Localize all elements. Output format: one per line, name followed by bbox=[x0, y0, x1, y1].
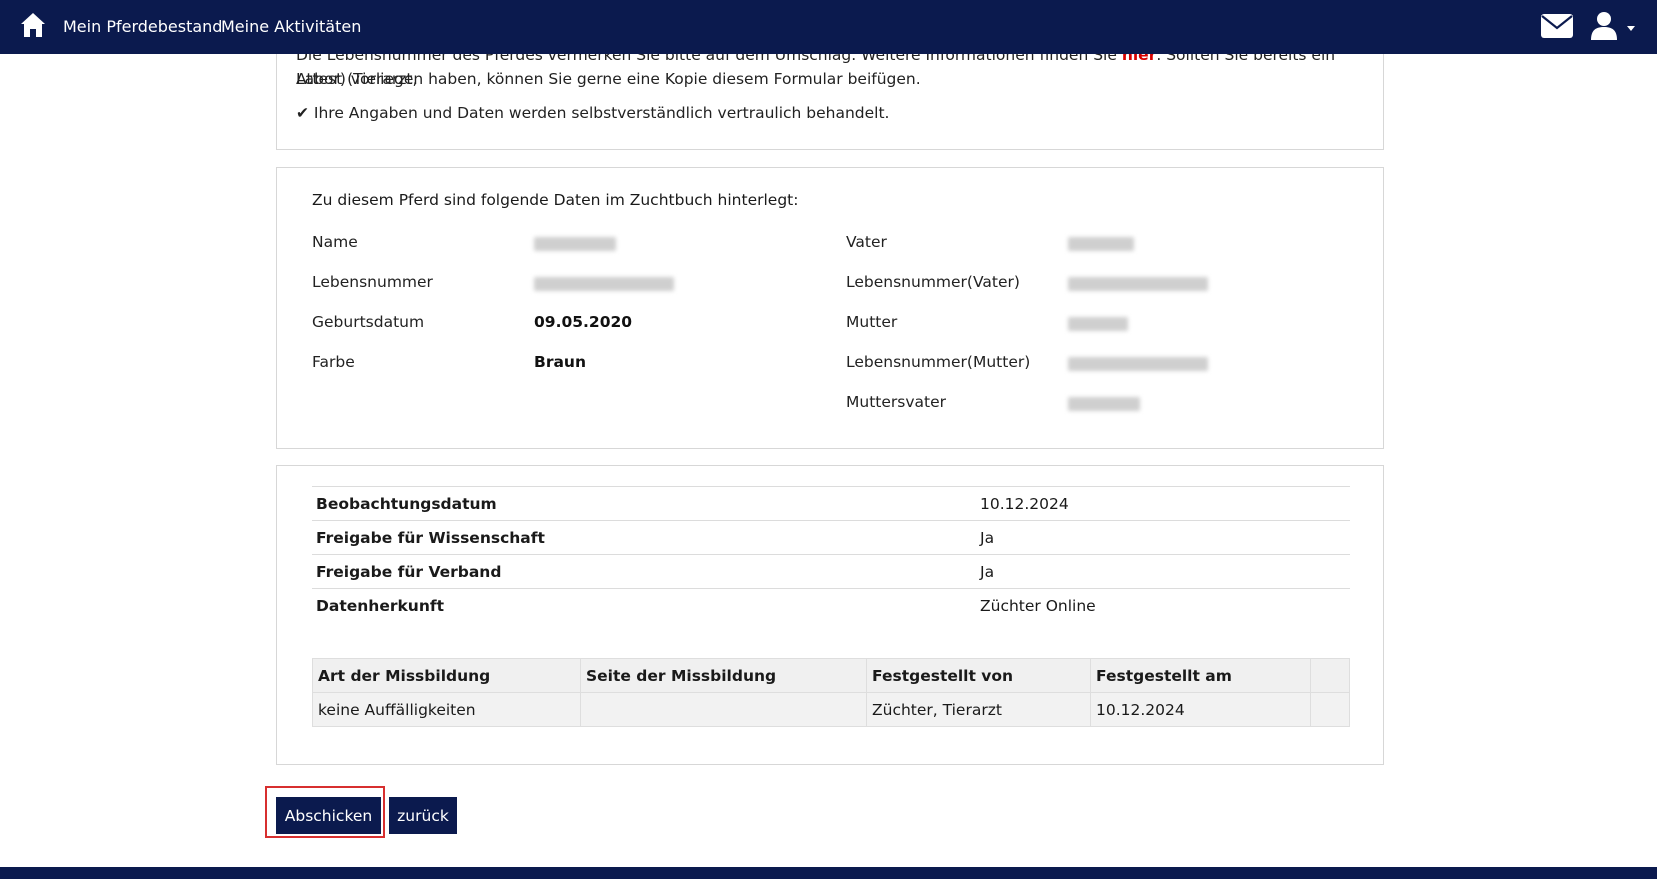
redacted-lebensnummer-mutter bbox=[1068, 357, 1208, 371]
observation-panel: Beobachtungsdatum 10.12.2024 Freigabe fü… bbox=[276, 465, 1384, 765]
column-header[interactable]: Seite der Missbildung bbox=[580, 658, 867, 693]
kv-row: Freigabe für Wissenschaft Ja bbox=[312, 520, 1350, 554]
value-geburtsdatum: 09.05.2020 bbox=[534, 313, 633, 331]
mail-icon[interactable] bbox=[1540, 13, 1574, 39]
redacted-muttersvater bbox=[1068, 397, 1140, 411]
table-cell bbox=[1310, 692, 1350, 727]
label-lebensnummer-vater: Lebensnummer(Vater) bbox=[846, 273, 1020, 291]
column-header[interactable]: Art der Missbildung bbox=[312, 658, 581, 693]
nav-mein-pferdebestand[interactable]: Mein Pferdebestand bbox=[63, 17, 222, 36]
home-icon[interactable] bbox=[20, 12, 46, 38]
table-row: keine Auffälligkeiten Züchter, Tierarzt … bbox=[312, 692, 1350, 727]
back-button[interactable]: zurück bbox=[389, 797, 457, 834]
label-lebensnummer: Lebensnummer bbox=[312, 273, 433, 291]
table-cell: Züchter, Tierarzt bbox=[866, 692, 1091, 727]
redacted-name bbox=[534, 237, 616, 251]
label-name: Name bbox=[312, 233, 358, 251]
redacted-lebensnummer-vater bbox=[1068, 277, 1208, 291]
label-vater: Vater bbox=[846, 233, 887, 251]
submit-button[interactable]: Abschicken bbox=[276, 797, 381, 834]
label-farbe: Farbe bbox=[312, 353, 355, 371]
info-line-2: Labor) vorliegen haben, können Sie gerne… bbox=[296, 70, 921, 88]
kv-row: Beobachtungsdatum 10.12.2024 bbox=[312, 486, 1350, 520]
nav-meine-aktivitaeten[interactable]: Meine Aktivitäten bbox=[221, 17, 361, 36]
redacted-vater bbox=[1068, 237, 1134, 251]
label-lebensnummer-mutter: Lebensnummer(Mutter) bbox=[846, 353, 1031, 371]
label-mutter: Mutter bbox=[846, 313, 898, 331]
column-header bbox=[1310, 658, 1350, 693]
horse-data-panel: Zu diesem Pferd sind folgende Daten im Z… bbox=[276, 167, 1384, 449]
label-muttersvater: Muttersvater bbox=[846, 393, 946, 411]
value-farbe: Braun bbox=[534, 353, 586, 371]
label-geburtsdatum: Geburtsdatum bbox=[312, 313, 425, 331]
kv-row: Datenherkunft Züchter Online bbox=[312, 588, 1350, 622]
privacy-note: ✔ Ihre Angaben und Daten werden selbstve… bbox=[296, 104, 890, 122]
column-header[interactable]: Festgestellt am bbox=[1090, 658, 1311, 693]
table-header-row: Art der Missbildung Seite der Missbildun… bbox=[312, 658, 1350, 693]
chevron-down-icon[interactable] bbox=[1627, 26, 1635, 31]
redacted-mutter bbox=[1068, 317, 1128, 331]
footer-bar bbox=[0, 867, 1657, 879]
column-header[interactable]: Festgestellt von bbox=[866, 658, 1091, 693]
table-cell: 10.12.2024 bbox=[1090, 692, 1311, 727]
malformation-table: Art der Missbildung Seite der Missbildun… bbox=[312, 658, 1350, 727]
redacted-lebensnummer bbox=[534, 277, 674, 291]
user-icon[interactable] bbox=[1590, 11, 1618, 41]
table-cell: keine Auffälligkeiten bbox=[312, 692, 581, 727]
kv-row: Freigabe für Verband Ja bbox=[312, 554, 1350, 588]
horse-data-intro: Zu diesem Pferd sind folgende Daten im Z… bbox=[312, 191, 799, 209]
top-navbar: Mein Pferdebestand Meine Aktivitäten bbox=[0, 0, 1657, 54]
table-cell bbox=[580, 692, 867, 727]
